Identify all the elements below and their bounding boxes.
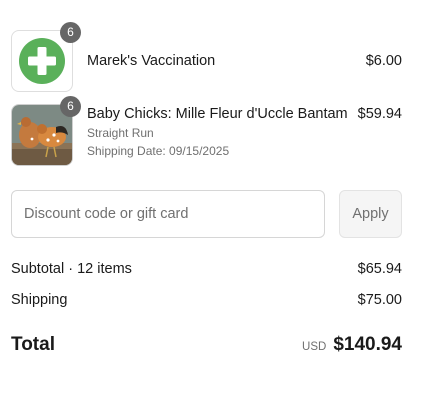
total-label: Total bbox=[11, 334, 55, 355]
item-price: $6.00 bbox=[365, 53, 402, 69]
total-row: Total USD $140.94 bbox=[11, 334, 402, 356]
item-title: Marek's Vaccination bbox=[87, 53, 216, 69]
item-title: Baby Chicks: Mille Fleur d'Uccle Bantam bbox=[87, 106, 348, 122]
subtotal-label: Subtotal · 12 items bbox=[11, 261, 132, 277]
green-plus-icon bbox=[19, 38, 65, 84]
subtotal-value: $65.94 bbox=[357, 261, 402, 277]
line-item-baby-chicks: 6 Baby Chicks: Mille Fleur d'Uccle Banta… bbox=[11, 96, 402, 166]
quantity-badge: 6 bbox=[60, 22, 81, 43]
item-price: $59.94 bbox=[357, 106, 402, 122]
discount-section: Apply bbox=[11, 190, 402, 238]
discount-code-input[interactable] bbox=[11, 190, 325, 238]
shipping-label: Shipping bbox=[11, 292, 68, 308]
shipping-row: Shipping $75.00 bbox=[11, 292, 402, 308]
shipping-value: $75.00 bbox=[357, 292, 402, 308]
apply-button[interactable]: Apply bbox=[339, 190, 402, 238]
currency-code: USD bbox=[302, 341, 327, 353]
product-thumbnail: 6 bbox=[11, 96, 81, 166]
item-variant: Straight Run bbox=[87, 126, 154, 140]
item-shipping-date: Shipping Date: 09/15/2025 bbox=[87, 144, 230, 158]
subtotal-row: Subtotal · 12 items $65.94 bbox=[11, 261, 402, 277]
total-value: $140.94 bbox=[333, 334, 402, 355]
quantity-badge: 6 bbox=[60, 96, 81, 117]
line-item-vaccination: 6 Marek's Vaccination $6.00 bbox=[11, 22, 402, 92]
product-thumbnail: 6 bbox=[11, 22, 81, 92]
